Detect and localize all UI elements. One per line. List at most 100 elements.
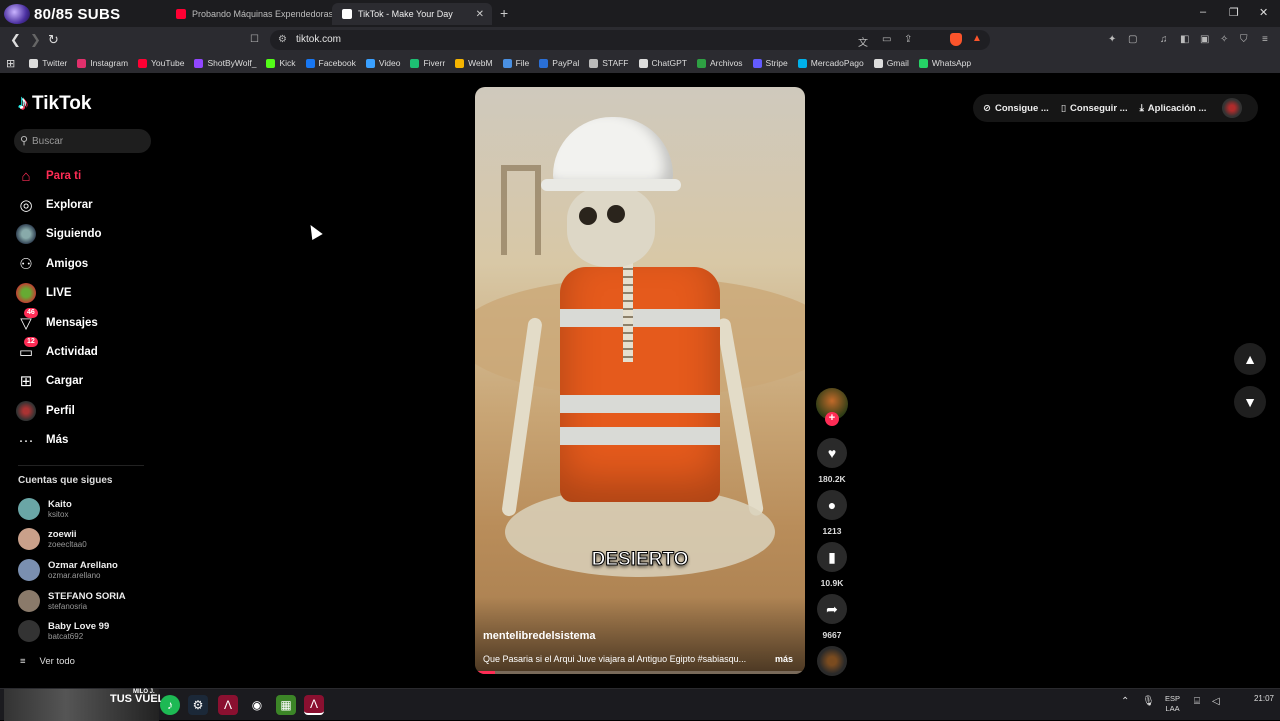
vpn-icon[interactable]: ⛉ bbox=[1240, 34, 1248, 45]
bookmark-item[interactable]: Video bbox=[365, 58, 400, 68]
network-icon[interactable]: ⌸ bbox=[1194, 696, 1200, 707]
brave-rewards-icon[interactable]: ▲ bbox=[972, 33, 982, 44]
bookmark-item[interactable]: Archivos bbox=[696, 58, 743, 68]
video-progress-bar[interactable] bbox=[475, 671, 805, 674]
nav-siguiendo[interactable]: Siguiendo bbox=[16, 222, 102, 246]
spotify-icon[interactable]: ♪ bbox=[160, 695, 180, 715]
bookmark-label: ChatGPT bbox=[651, 58, 687, 68]
bookmark-item[interactable]: ChatGPT bbox=[638, 58, 687, 68]
bookmark-item[interactable]: Fiverr bbox=[410, 58, 445, 68]
bookmark-item[interactable]: Twitter bbox=[29, 58, 67, 68]
bookmark-favicon-icon bbox=[502, 58, 512, 68]
follow-button[interactable]: + bbox=[825, 412, 839, 426]
bookmark-icon[interactable]: ▮ bbox=[817, 542, 847, 572]
language-indicator[interactable]: ESP LAA bbox=[1165, 694, 1180, 714]
more-button[interactable]: más bbox=[775, 654, 793, 664]
bookmark-item[interactable]: Facebook bbox=[305, 58, 356, 68]
bookmark-page-icon[interactable]: ☐ bbox=[250, 34, 259, 45]
comment-action[interactable]: ● 1213 bbox=[817, 490, 847, 536]
like-action[interactable]: ♥ 180.2K bbox=[817, 438, 847, 484]
leo-icon[interactable]: ✧ bbox=[1220, 34, 1228, 45]
bookmark-item[interactable]: Instagram bbox=[77, 58, 128, 68]
volume-icon[interactable]: ◁ bbox=[1212, 696, 1220, 707]
heart-icon[interactable]: ♥ bbox=[817, 438, 847, 468]
close-tab-icon[interactable]: ✕ bbox=[476, 9, 484, 20]
site-info-icon[interactable]: ⚙ bbox=[278, 34, 287, 45]
get-app-button[interactable]: ▯ Conseguir ... bbox=[1061, 103, 1128, 114]
close-window-button[interactable]: ✕ bbox=[1259, 6, 1268, 19]
bookmark-item[interactable]: PayPal bbox=[539, 58, 579, 68]
share-icon[interactable]: ➦ bbox=[817, 594, 847, 624]
bookmark-item[interactable]: File bbox=[502, 58, 529, 68]
obs-icon[interactable]: ◉ bbox=[247, 695, 267, 715]
see-all-link[interactable]: ≡ Ver todo bbox=[20, 656, 75, 667]
wallet-icon[interactable]: ▣ bbox=[1200, 34, 1209, 45]
nav-perfil[interactable]: Perfil bbox=[16, 399, 75, 423]
extensions-icon[interactable]: ✦ bbox=[1108, 34, 1116, 45]
tab-youtube[interactable]: Probando Máquinas Expendedoras bbox=[166, 3, 332, 25]
steam-icon[interactable]: ⚙ bbox=[188, 695, 208, 715]
video-player[interactable]: DESIERTO mentelibredelsistema Que Pasari… bbox=[475, 87, 805, 674]
bookmark-item[interactable]: Stripe bbox=[752, 58, 788, 68]
search-box[interactable]: ⚲ bbox=[14, 129, 151, 153]
following-account[interactable]: Ozmar Arellano ozmar.arellano bbox=[18, 559, 118, 581]
nav-cargar[interactable]: ⊞ Cargar bbox=[16, 369, 83, 393]
comment-icon[interactable]: ● bbox=[817, 490, 847, 520]
brave-shields-icon[interactable] bbox=[950, 33, 962, 46]
share-icon[interactable]: ⇪ bbox=[904, 34, 912, 45]
clock[interactable]: 21:07 bbox=[1236, 694, 1274, 704]
forward-button[interactable]: ❯ bbox=[30, 32, 41, 48]
tab-search-icon[interactable]: ▢ bbox=[1128, 34, 1137, 45]
url-field[interactable]: ⚙ tiktok.com 文 ▭ ⇪ ▲ bbox=[270, 30, 990, 50]
video-author[interactable]: mentelibredelsistema bbox=[483, 630, 596, 642]
get-coins-button[interactable]: ⊘ Consigue ... bbox=[983, 103, 1049, 114]
following-account[interactable]: zoewii zoeecltaa0 bbox=[18, 528, 87, 550]
previous-video-button[interactable]: ▲ bbox=[1234, 343, 1266, 375]
tiktok-logo[interactable]: ♪ TikTok bbox=[18, 92, 91, 115]
following-account[interactable]: Kaito ksitox bbox=[18, 498, 72, 520]
bookmark-item[interactable]: ShotByWolf_ bbox=[194, 58, 256, 68]
bookmark-item[interactable]: YouTube bbox=[138, 58, 184, 68]
next-video-button[interactable]: ▼ bbox=[1234, 386, 1266, 418]
nav-actividad[interactable]: ▭ 12 Actividad bbox=[16, 337, 98, 364]
music-icon[interactable]: ♫ bbox=[1160, 34, 1168, 45]
new-tab-button[interactable]: + bbox=[500, 5, 508, 21]
nav-mas[interactable]: ··· Más bbox=[16, 428, 69, 452]
app-icon[interactable]: Λ bbox=[218, 695, 238, 715]
nav-mensajes[interactable]: ▽ 46 Mensajes bbox=[16, 308, 98, 335]
app-active-icon[interactable]: Λ bbox=[304, 695, 324, 715]
bookmark-item[interactable]: WebM bbox=[455, 58, 493, 68]
media-icon[interactable]: ▭ bbox=[882, 34, 891, 45]
nav-amigos[interactable]: ⚇ Amigos bbox=[16, 252, 88, 276]
music-disc-icon[interactable] bbox=[817, 646, 847, 676]
nav-live[interactable]: LIVE bbox=[16, 281, 72, 305]
following-account[interactable]: STEFANO SORIA stefanosria bbox=[18, 590, 126, 612]
sidebar-icon[interactable]: ◧ bbox=[1180, 34, 1189, 45]
nav-explorar[interactable]: ◎ Explorar bbox=[16, 193, 92, 217]
menu-icon[interactable]: ≡ bbox=[1262, 34, 1268, 45]
following-account[interactable]: Baby Love 99 batcat692 bbox=[18, 620, 109, 642]
maximize-button[interactable]: ❐ bbox=[1229, 6, 1239, 19]
chevron-up-icon[interactable]: ⌃ bbox=[1121, 696, 1129, 707]
reload-button[interactable]: ↻ bbox=[48, 32, 59, 48]
profile-avatar[interactable] bbox=[1222, 98, 1243, 118]
bookmark-item[interactable]: Gmail bbox=[873, 58, 909, 68]
search-input[interactable] bbox=[32, 129, 147, 153]
nav-para-ti[interactable]: ⌂ Para ti bbox=[16, 164, 81, 188]
tab-tiktok[interactable]: TikTok - Make Your Day ✕ bbox=[332, 3, 492, 25]
save-action[interactable]: ▮ 10.9K bbox=[817, 542, 847, 588]
bookmark-item[interactable]: MercadoPago bbox=[797, 58, 864, 68]
bookmark-item[interactable]: Kick bbox=[266, 58, 296, 68]
apps-icon[interactable]: ⊞ bbox=[6, 57, 15, 70]
translate-icon[interactable]: 文 bbox=[858, 34, 868, 49]
share-action[interactable]: ➦ 9667 bbox=[817, 594, 847, 640]
desktop-app-button[interactable]: ⤓ Aplicación ... bbox=[1140, 103, 1207, 114]
back-button[interactable]: ❮ bbox=[10, 32, 21, 48]
bookmark-favicon-icon bbox=[589, 58, 599, 68]
url-text[interactable]: tiktok.com bbox=[296, 34, 341, 45]
minecraft-icon[interactable]: ▦ bbox=[276, 695, 296, 715]
bookmark-item[interactable]: WhatsApp bbox=[918, 58, 971, 68]
bookmark-item[interactable]: STAFF bbox=[589, 58, 629, 68]
minimize-button[interactable]: – bbox=[1200, 6, 1206, 18]
microphone-icon[interactable]: 🎙 bbox=[1142, 696, 1155, 707]
